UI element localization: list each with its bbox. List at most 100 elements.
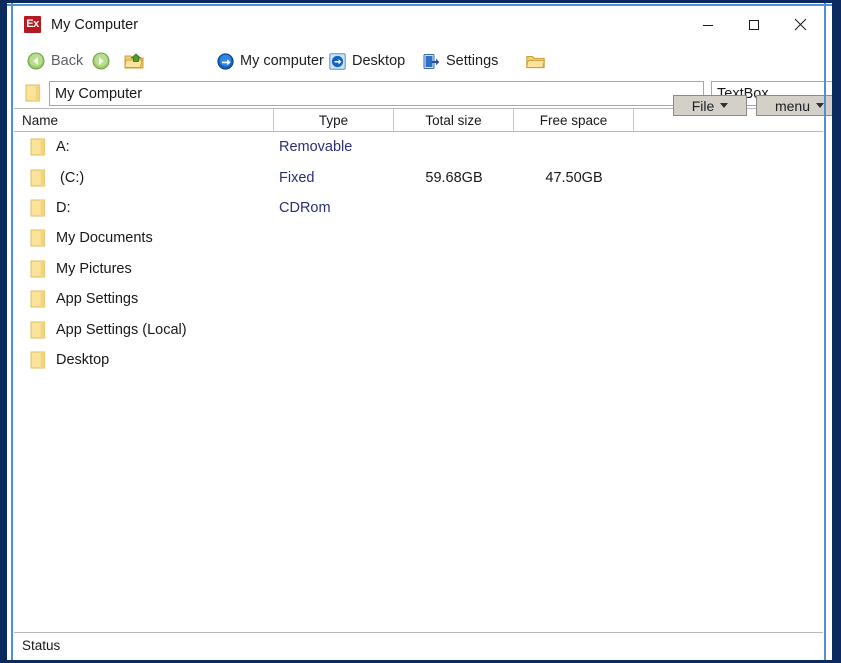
window-controls (685, 6, 823, 43)
menu-dropdown[interactable]: menu (756, 95, 832, 116)
status-bar-text: Status (22, 637, 61, 653)
column-header-free-space[interactable]: Free space (514, 109, 634, 131)
desktop-button[interactable]: Desktop (329, 49, 405, 73)
table-row[interactable]: A: Removable (14, 132, 823, 162)
close-icon (794, 18, 806, 31)
cell-free-space (514, 284, 634, 314)
app-icon: Ex (24, 16, 41, 33)
column-header-total-size[interactable]: Total size (394, 109, 514, 131)
cell-free-space: 47.50GB (545, 169, 603, 186)
folder-icon (30, 199, 46, 217)
window-title: My Computer (51, 16, 139, 33)
window-frame-accent-left (11, 3, 13, 660)
folder-icon (25, 84, 41, 102)
cell-name: (C:) (30, 162, 84, 192)
menu-dropdown-label: menu (774, 97, 811, 114)
forward-button[interactable] (92, 49, 110, 73)
address-path-input[interactable]: My Computer (49, 81, 704, 106)
close-button[interactable] (777, 6, 823, 43)
cell-name-text: (C:) (56, 169, 85, 186)
cell-type: CDRom (279, 199, 331, 216)
desktop-icon (329, 52, 346, 70)
folder-icon (30, 260, 46, 278)
cell-total-size (394, 345, 514, 375)
cell-name: A: (30, 132, 70, 162)
status-bar: Status (14, 632, 823, 657)
table-row[interactable]: D: CDRom (14, 193, 823, 223)
cell-total-size (394, 314, 514, 344)
cell-total-size (394, 284, 514, 314)
cell-free-space (514, 223, 634, 253)
forward-arrow-icon (92, 52, 110, 70)
application-window: Ex My Computer Back My computer Desktop … (0, 0, 841, 663)
title-bar[interactable]: Ex My Computer (14, 6, 823, 43)
cell-total-size (394, 254, 514, 284)
cell-name-text: My Pictures (56, 260, 132, 277)
open-folder-icon (526, 55, 545, 68)
cell-name: Desktop (30, 345, 109, 375)
cell-name: App Settings (30, 284, 138, 314)
open-folder-button[interactable] (526, 49, 545, 73)
cell-name-text: My Documents (56, 230, 153, 247)
maximize-icon (749, 19, 759, 30)
settings-button[interactable]: Settings (423, 49, 498, 73)
cell-type: Removable (279, 139, 353, 156)
cell-name: My Pictures (30, 254, 132, 284)
column-header-name[interactable]: Name (14, 109, 274, 131)
cell-free-space (514, 132, 634, 162)
settings-icon (423, 53, 440, 69)
desktop-button-label: Desktop (352, 53, 406, 69)
folder-icon (30, 290, 46, 308)
file-dropdown-label: File (691, 97, 715, 114)
my-computer-button-label: My computer (240, 53, 324, 69)
folder-icon (30, 351, 46, 369)
back-button[interactable]: Back (27, 49, 83, 73)
up-folder-icon (124, 53, 144, 69)
minimize-icon (703, 24, 713, 26)
cell-total-size (394, 132, 514, 162)
window-client-area: Ex My Computer Back My computer Desktop … (14, 6, 832, 657)
list-rows: A: Removable (C:) Fixed 59.68GB 47.50GB … (14, 132, 823, 633)
cell-name-text: App Settings (56, 291, 139, 308)
app-icon-glyph: Ex (26, 18, 39, 30)
cell-name-text: D: (56, 199, 71, 216)
folder-icon (30, 321, 46, 339)
cell-free-space (514, 314, 634, 344)
folder-icon (30, 229, 46, 247)
table-row[interactable]: Desktop (14, 345, 823, 375)
my-computer-icon (217, 52, 234, 70)
table-row[interactable]: My Documents (14, 223, 823, 253)
cell-total-size (394, 193, 514, 223)
cell-free-space (514, 345, 634, 375)
back-button-label: Back (51, 53, 84, 69)
column-header-type[interactable]: Type (274, 109, 394, 131)
toolbar: Back My computer Desktop Settings File m… (14, 43, 832, 116)
chevron-down-icon (720, 103, 729, 108)
table-row[interactable]: App Settings (Local) (14, 314, 823, 344)
cell-total-size (394, 223, 514, 253)
cell-free-space (514, 254, 634, 284)
table-row[interactable]: My Pictures (14, 254, 823, 284)
folder-icon (30, 138, 46, 156)
maximize-button[interactable] (731, 6, 777, 43)
cell-name: App Settings (Local) (30, 314, 187, 344)
cell-name: My Documents (30, 223, 153, 253)
cell-name-text: Desktop (56, 351, 110, 368)
file-dropdown[interactable]: File (673, 95, 747, 116)
cell-type: Fixed (279, 169, 315, 186)
cell-name-text: App Settings (Local) (56, 321, 187, 338)
table-row[interactable]: (C:) Fixed 59.68GB 47.50GB (14, 162, 823, 192)
back-arrow-icon (27, 52, 45, 70)
address-path-value: My Computer (55, 85, 143, 102)
cell-total-size: 59.68GB (425, 169, 483, 186)
my-computer-button[interactable]: My computer (217, 49, 324, 73)
settings-button-label: Settings (446, 53, 499, 69)
cell-free-space (514, 193, 634, 223)
cell-name: D: (30, 193, 71, 223)
table-row[interactable]: App Settings (14, 284, 823, 314)
file-list-view: Name Type Total size Free space A: Remov… (14, 108, 823, 633)
minimize-button[interactable] (685, 6, 731, 43)
cell-name-text: A: (56, 139, 70, 156)
folder-icon (30, 169, 46, 187)
up-button[interactable] (124, 49, 144, 73)
